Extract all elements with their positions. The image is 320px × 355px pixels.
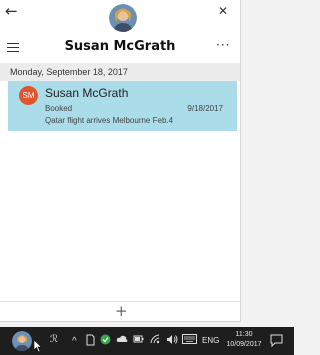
notification-center-icon[interactable]	[270, 334, 283, 347]
title-bar: Susan McGrath ···	[0, 38, 240, 60]
top-bar: ← ✕	[0, 0, 240, 36]
language-indicator[interactable]: ENG	[202, 336, 219, 345]
add-button[interactable]: +	[115, 302, 128, 320]
close-button[interactable]: ✕	[218, 4, 228, 18]
clock[interactable]: 11:30 10/09/2017	[226, 330, 262, 350]
taskbar: ℛ ^ ENG 11:30 10/09/2017	[0, 327, 294, 355]
date-group-header: Monday, September 18, 2017	[0, 63, 240, 81]
cloud-icon[interactable]	[116, 334, 128, 343]
list-item-status: Booked	[45, 104, 73, 113]
more-options-icon[interactable]: ···	[216, 38, 230, 52]
initials-avatar: SM	[19, 86, 38, 105]
list-item-name: Susan McGrath	[45, 86, 129, 100]
page-title: Susan McGrath	[64, 39, 176, 54]
people-icon[interactable]: ℛ	[50, 334, 58, 345]
wifi-icon[interactable]	[150, 334, 161, 345]
clock-time: 11:30	[235, 331, 253, 338]
clock-date: 10/09/2017	[226, 341, 262, 348]
list-item-note: Qatar flight arrives Melbourne Feb.4	[45, 116, 174, 125]
add-bar: +	[0, 301, 240, 321]
battery-icon[interactable]	[133, 334, 144, 344]
app-tray-icon[interactable]	[100, 334, 111, 345]
list-item[interactable]: SM Susan McGrath Booked 9/18/2017 Qatar …	[8, 81, 237, 131]
taskbar-people-avatar[interactable]	[12, 331, 32, 351]
chevron-up-icon[interactable]: ^	[72, 336, 77, 347]
keyboard-icon[interactable]	[182, 334, 197, 344]
contact-avatar	[109, 4, 137, 32]
app-window: ← ✕ Susan McGrath ··· Monday, September …	[0, 0, 241, 322]
back-button[interactable]: ←	[5, 2, 18, 20]
list-item-date: 9/18/2017	[187, 104, 223, 113]
document-icon[interactable]	[86, 334, 95, 346]
mouse-cursor-icon	[34, 340, 42, 352]
volume-icon[interactable]	[166, 334, 178, 345]
